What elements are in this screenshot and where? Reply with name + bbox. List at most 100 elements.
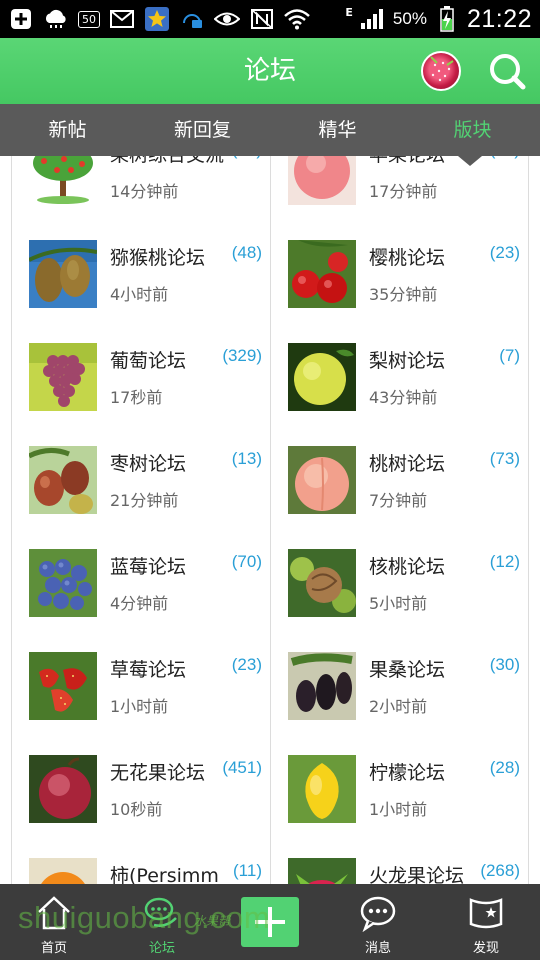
- clock: 21:22: [466, 4, 532, 33]
- nav-messages-label: 消息: [364, 941, 391, 956]
- forum-name: 枣树论坛: [110, 453, 187, 475]
- forum-card[interactable]: 梨树论坛 (7) 43分钟前: [270, 326, 529, 429]
- user-avatar[interactable]: [421, 51, 461, 91]
- mail-icon: [109, 8, 135, 30]
- cloud-icon: [43, 8, 69, 30]
- forum-card[interactable]: 草莓论坛 (23) 1小时前: [11, 635, 270, 738]
- nav-forum-label: 论坛: [148, 941, 175, 956]
- forum-post-count: (268): [478, 861, 520, 881]
- forum-last-activity: 14分钟前: [110, 182, 179, 201]
- forum-name: 柠檬论坛: [369, 762, 446, 784]
- chat-app-icon: [179, 8, 205, 30]
- app-header: 论坛: [0, 38, 540, 104]
- forum-last-activity: 7分钟前: [369, 491, 428, 510]
- search-button[interactable]: [487, 51, 527, 91]
- forum-last-activity: 17秒前: [110, 388, 163, 407]
- forum-row: 草莓论坛 (23) 1小时前 果桑论坛 (30) 2小时前: [11, 635, 529, 738]
- forum-name: 樱桃论坛: [369, 247, 446, 269]
- status-bar: 50 E 50% 21:22: [0, 0, 540, 38]
- forum-row: 葡萄论坛 (329) 17秒前 梨树论坛 (7) 43分钟前: [11, 326, 529, 429]
- forum-thumbnail: [29, 755, 97, 823]
- active-tab-indicator: [458, 156, 482, 166]
- search-icon: [490, 54, 526, 90]
- network-type: E: [345, 5, 353, 19]
- forum-card[interactable]: 葡萄论坛 (329) 17秒前: [11, 326, 270, 429]
- forum-thumbnail: [288, 343, 356, 411]
- wifi-icon: [284, 8, 310, 30]
- forum-post-count: (70): [229, 552, 262, 572]
- forum-last-activity: 4小时前: [110, 285, 169, 304]
- signal-icon: [360, 8, 386, 30]
- star-app-icon: [144, 7, 170, 31]
- nav-discover-label: 发现: [472, 941, 499, 956]
- forum-thumbnail: [288, 240, 356, 308]
- forum-name: 猕猴桃论坛: [110, 247, 206, 269]
- forum-post-count: (23): [487, 243, 520, 263]
- forum-post-count: (7): [497, 346, 520, 366]
- watermark: shuiguobang.com: [18, 900, 271, 935]
- forum-name: 桃树论坛: [369, 453, 446, 475]
- tab-2[interactable]: 精华: [270, 104, 405, 156]
- forum-post-count: (23): [229, 655, 262, 675]
- forum-post-count: (30): [487, 655, 520, 675]
- battery-charging-icon: [434, 6, 460, 32]
- forum-thumbnail: [29, 240, 97, 308]
- battery-percent: 50%: [392, 9, 427, 28]
- forum-card[interactable]: 蓝莓论坛 (70) 4分钟前: [11, 532, 270, 635]
- forum-thumbnail: [29, 343, 97, 411]
- forum-name: 核桃论坛: [369, 556, 446, 578]
- forum-last-activity: 2小时前: [369, 697, 428, 716]
- nav-messages[interactable]: 消息: [324, 884, 432, 960]
- flag-icon: [466, 894, 506, 936]
- forum-name: 梨树论坛: [369, 350, 446, 372]
- forum-post-count: (73): [487, 449, 520, 469]
- forum-post-count: (13): [229, 449, 262, 469]
- forum-post-count: (28): [487, 758, 520, 778]
- forum-row: 枣树论坛 (13) 21分钟前 桃树论坛 (73) 7分钟前: [11, 429, 529, 532]
- forum-card[interactable]: 核桃论坛 (12) 5小时前: [270, 532, 529, 635]
- eye-icon: [214, 8, 240, 30]
- forum-name: 草莓论坛: [110, 659, 187, 681]
- forum-row: 猕猴桃论坛 (48) 4小时前 樱桃论坛 (23) 35分钟前: [11, 223, 529, 326]
- forum-last-activity: 4分钟前: [110, 594, 169, 613]
- forum-last-activity: 21分钟前: [110, 491, 179, 510]
- forum-name: 果桑论坛: [369, 659, 446, 681]
- forum-post-count: (12): [487, 552, 520, 572]
- watermark-sub: 水果帮: [194, 914, 231, 928]
- forum-row: 蓝莓论坛 (70) 4分钟前 核桃论坛 (12) 5小时前: [11, 532, 529, 635]
- forum-last-activity: 10秒前: [110, 800, 163, 819]
- add-notification-icon: [8, 8, 34, 30]
- forum-post-count: (451): [220, 758, 262, 778]
- forum-thumbnail: [288, 446, 356, 514]
- forum-last-activity: 17分钟前: [369, 182, 438, 201]
- forum-card[interactable]: 桃树论坛 (73) 7分钟前: [270, 429, 529, 532]
- forum-row: 无花果论坛 (451) 10秒前 柠檬论坛 (28) 1小时前: [11, 738, 529, 841]
- forum-last-activity: 5小时前: [369, 594, 428, 613]
- tab-3[interactable]: 版块: [405, 104, 540, 156]
- forum-last-activity: 1小时前: [369, 800, 428, 819]
- message-icon: [358, 894, 398, 936]
- forum-thumbnail: [288, 652, 356, 720]
- forum-last-activity: 35分钟前: [369, 285, 438, 304]
- forum-thumbnail: [29, 652, 97, 720]
- forum-card[interactable]: 柠檬论坛 (28) 1小时前: [270, 738, 529, 841]
- forum-name: 蓝莓论坛: [110, 556, 187, 578]
- forum-card[interactable]: 果桑论坛 (30) 2小时前: [270, 635, 529, 738]
- tab-0[interactable]: 新帖: [0, 104, 135, 156]
- nav-discover[interactable]: 发现: [432, 884, 540, 960]
- forum-thumbnail: [288, 549, 356, 617]
- forum-card[interactable]: 猕猴桃论坛 (48) 4小时前: [11, 223, 270, 326]
- forum-card[interactable]: 樱桃论坛 (23) 35分钟前: [270, 223, 529, 326]
- forum-card[interactable]: 枣树论坛 (13) 21分钟前: [11, 429, 270, 532]
- forum-card[interactable]: 无花果论坛 (451) 10秒前: [11, 738, 270, 841]
- forum-post-count: (48): [229, 243, 262, 263]
- forum-last-activity: 1小时前: [110, 697, 169, 716]
- forum-last-activity: 43分钟前: [369, 388, 438, 407]
- forum-thumbnail: [29, 446, 97, 514]
- forum-thumbnail: [288, 755, 356, 823]
- nfc-icon: [249, 8, 275, 30]
- forum-grid: 果树综合交流(13)14分钟前苹果论坛(23)17分钟前猕猴桃论坛(48)4小时…: [11, 120, 529, 944]
- forum-post-count: (11): [231, 861, 262, 881]
- tab-1[interactable]: 新回复: [135, 104, 270, 156]
- forum-post-count: (329): [220, 346, 262, 366]
